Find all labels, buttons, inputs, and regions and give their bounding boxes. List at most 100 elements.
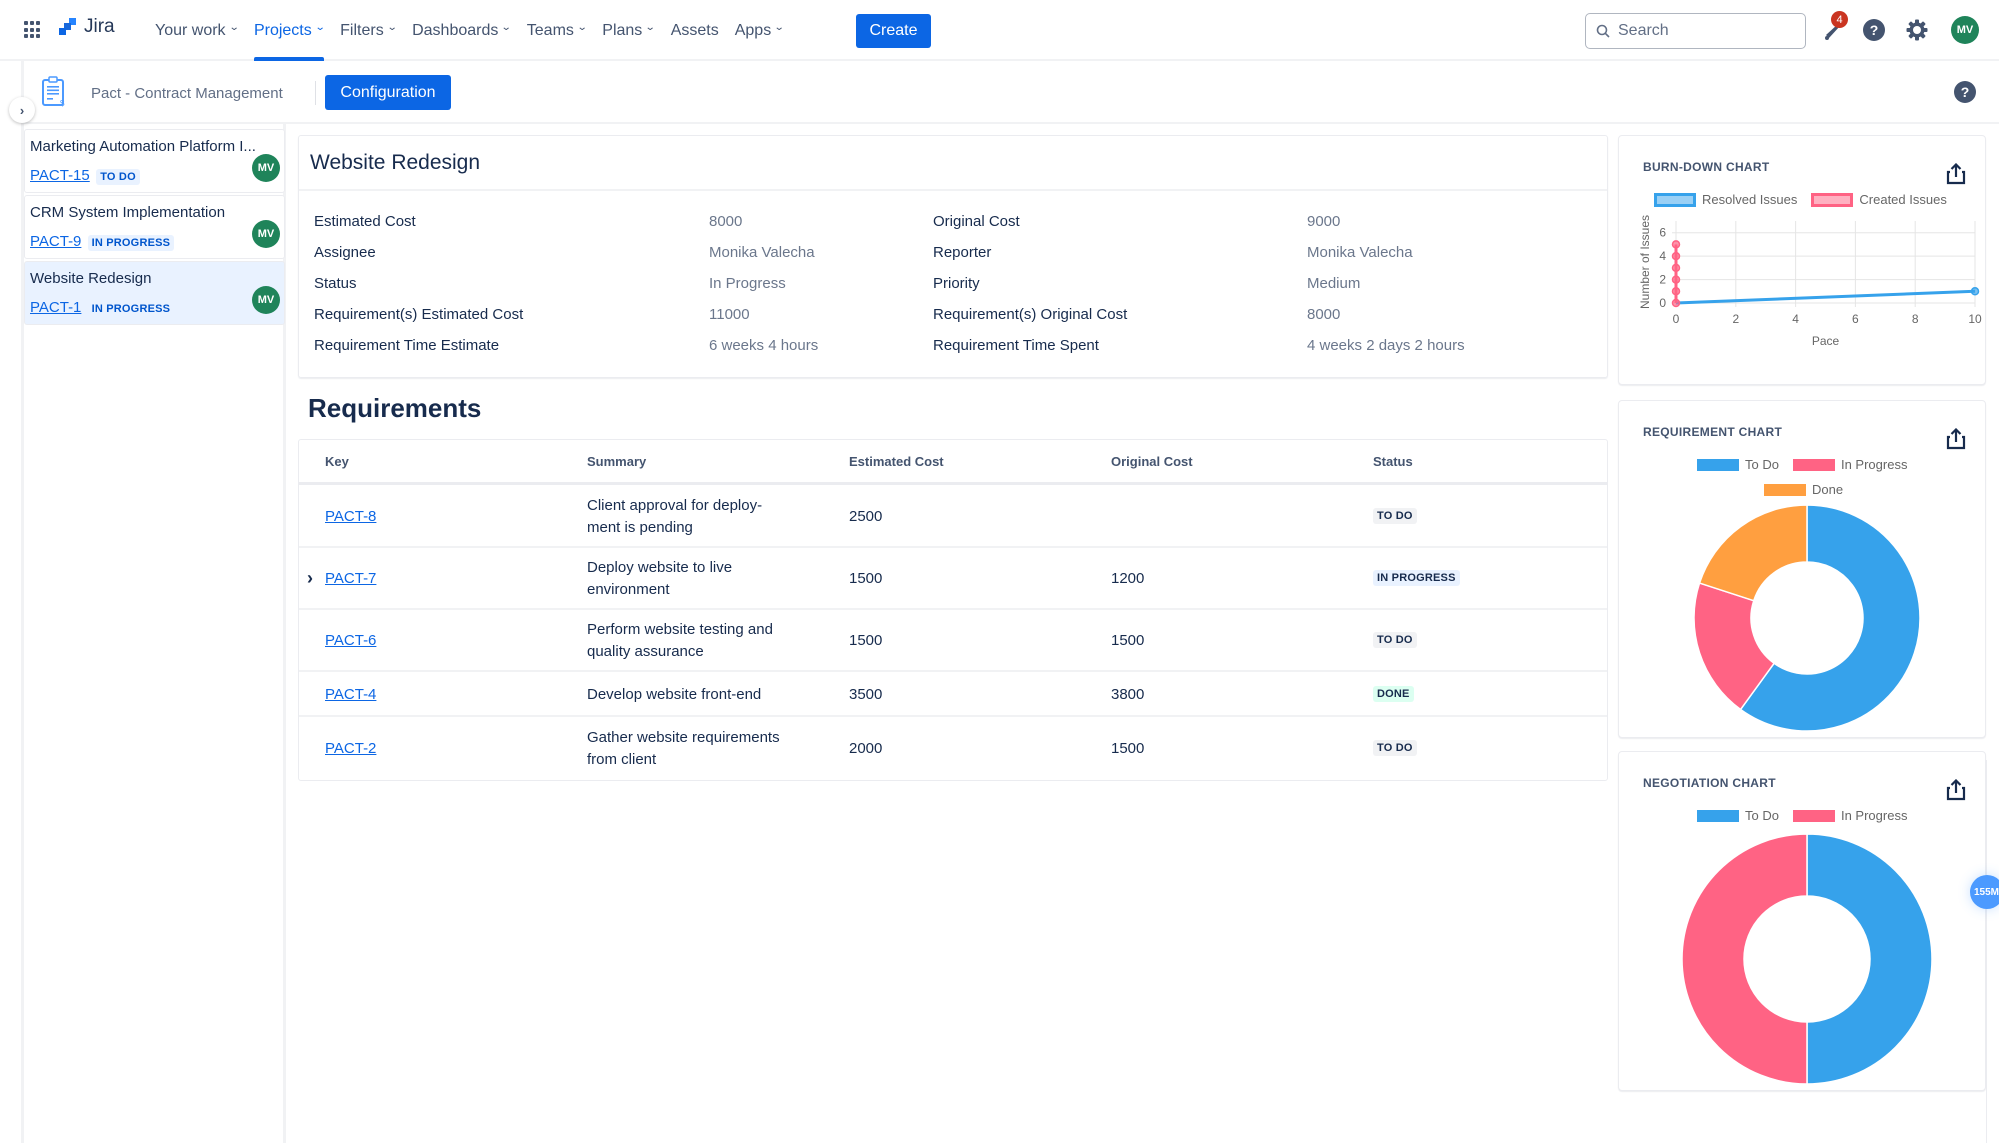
donut-slice-to-do[interactable] xyxy=(1806,833,1933,1085)
table-row[interactable]: PACT-4 Develop website front-end 3500 3800 D… xyxy=(299,672,1607,717)
user-avatar[interactable]: MV xyxy=(1951,16,1979,44)
help-icon: ? xyxy=(1863,19,1885,41)
create-button[interactable]: Create xyxy=(856,14,931,48)
data-point-created-issues[interactable] xyxy=(1671,263,1681,273)
table-row[interactable]: PACT-2 Gather website requirements from cl… xyxy=(299,717,1607,780)
data-point-created-issues[interactable] xyxy=(1671,298,1681,308)
chevron-right-icon: › xyxy=(19,102,25,118)
chevron-down-icon: ⌄ xyxy=(386,22,398,33)
assignee-avatar: MV xyxy=(252,286,280,314)
project-key-link[interactable]: PACT-1 xyxy=(30,299,81,316)
y-axis-label: Number of Issues xyxy=(1638,215,1652,309)
column-header-summary[interactable]: Summary xyxy=(587,454,646,469)
nav-apps[interactable]: Apps ⌄ xyxy=(727,0,792,61)
data-point-created-issues[interactable] xyxy=(1671,251,1681,261)
requirement-key-link[interactable]: PACT-4 xyxy=(325,686,376,703)
requirement-summary: Deploy website to live environment xyxy=(587,557,817,601)
jira-logo[interactable]: Jira xyxy=(56,16,115,38)
chevron-down-icon: ⌄ xyxy=(576,22,588,33)
requirement-key-link[interactable]: PACT-8 xyxy=(325,508,376,525)
status-lozenge: TO DO xyxy=(1373,507,1417,524)
nav-item-label: Projects xyxy=(253,21,312,39)
search-input[interactable]: Search xyxy=(1585,13,1806,49)
help-button[interactable]: ? xyxy=(1862,18,1886,42)
field-label-status: Status xyxy=(314,275,357,292)
expand-sidebar-button[interactable]: › xyxy=(9,97,35,123)
notifications-button[interactable]: 4 xyxy=(1818,11,1848,46)
settings-button[interactable] xyxy=(1905,18,1929,42)
table-row[interactable]: PACT-6 Perform website testing and quality… xyxy=(299,610,1607,672)
project-key-link[interactable]: PACT-9 xyxy=(30,233,81,250)
project-key-link[interactable]: PACT-15 xyxy=(30,167,90,184)
y-tick-label: 4 xyxy=(1659,249,1666,263)
x-tick-label: 10 xyxy=(1968,312,1982,326)
status-lozenge: TO DO xyxy=(1373,739,1417,756)
original-cost: 1500 xyxy=(1111,739,1145,757)
field-label-reporter: Reporter xyxy=(933,244,992,261)
nav-filters[interactable]: Filters ⌄ xyxy=(332,0,404,61)
data-point-created-issues[interactable] xyxy=(1671,240,1681,249)
field-value-estimated-cost: 8000 xyxy=(709,213,743,230)
estimated-cost: 3500 xyxy=(849,685,883,703)
x-tick-label: 4 xyxy=(1792,312,1799,326)
chevron-right-icon[interactable]: › xyxy=(307,568,313,589)
project-list-item[interactable]: Marketing Automation Platform I... PACT-1… xyxy=(24,129,285,193)
project-name[interactable]: Pact - Contract Management xyxy=(91,85,283,102)
estimated-cost: 1500 xyxy=(849,570,883,587)
requirement-key-link[interactable]: PACT-7 xyxy=(325,570,376,587)
scrollbar-track[interactable] xyxy=(1986,760,1987,1143)
negotiation-donut-chart xyxy=(1681,833,1933,1085)
field-label-requirement-time-estimate: Requirement Time Estimate xyxy=(314,337,500,354)
summary-line: environment xyxy=(587,581,670,598)
column-header-status[interactable]: Status xyxy=(1373,454,1413,469)
nav-items: Your work ⌄ Projects ⌄ Filters ⌄ Dashboards ⌄ Te… xyxy=(147,0,792,61)
nav-item-label: Teams xyxy=(526,21,574,39)
floating-counter-badge[interactable]: 155M xyxy=(1970,875,1999,909)
summary-line: ment is pending xyxy=(587,518,693,536)
nav-plans[interactable]: Plans ⌄ xyxy=(594,0,662,61)
status-lozenge: IN PROGRESS xyxy=(87,235,175,251)
donut-slice-in-progress[interactable] xyxy=(1681,833,1808,1085)
summary-line: Gather website requirements xyxy=(587,728,780,746)
negotiation-chart-card: NEGOTIATION CHART To Do In Progress xyxy=(1618,751,1986,1091)
summary-line: Deploy website to live xyxy=(587,559,733,576)
y-tick-label: 2 xyxy=(1659,273,1666,287)
project-list-item[interactable]: Website Redesign PACT-1 IN PROGRESS MV xyxy=(24,261,285,325)
gear-icon xyxy=(1906,19,1928,41)
search-icon xyxy=(1596,24,1610,38)
field-label-requirement-time-spent: Requirement Time Spent xyxy=(933,337,1099,354)
data-point-resolved-issues[interactable] xyxy=(1970,287,1980,296)
donut-slice-done[interactable] xyxy=(1698,504,1808,602)
summary-line: quality assurance xyxy=(587,643,704,660)
grid-icon[interactable] xyxy=(24,21,42,39)
project-list-item[interactable]: CRM System Implementation PACT-9 IN PROGRE… xyxy=(24,195,285,259)
header-divider xyxy=(315,81,316,105)
field-label-requirement-s-original-cost: Requirement(s) Original Cost xyxy=(933,306,1128,323)
nav-your-work[interactable]: Your work ⌄ xyxy=(147,0,246,61)
field-label-assignee: Assignee xyxy=(314,244,376,261)
field-label-estimated-cost: Estimated Cost xyxy=(314,213,416,230)
table-row[interactable]: › PACT-7 Deploy website to live environment… xyxy=(299,548,1607,610)
column-header-original-cost[interactable]: Original Cost xyxy=(1111,454,1193,469)
table-header: Key Summary Estimated Cost Original Cost Sta… xyxy=(299,440,1607,485)
field-value-original-cost: 9000 xyxy=(1307,213,1341,230)
field-value-priority: Medium xyxy=(1307,275,1361,292)
app-name: Jira xyxy=(84,16,115,37)
nav-projects[interactable]: Projects ⌄ xyxy=(246,0,332,61)
svg-text:$: $ xyxy=(60,99,65,107)
column-header-key[interactable]: Key xyxy=(325,454,349,469)
nav-teams[interactable]: Teams ⌄ xyxy=(519,0,595,61)
requirement-key-link[interactable]: PACT-6 xyxy=(325,632,376,649)
svg-text:?: ? xyxy=(1961,84,1970,100)
nav-item-label: Plans xyxy=(602,21,643,39)
nav-dashboards[interactable]: Dashboards ⌄ xyxy=(404,0,519,61)
data-point-created-issues[interactable] xyxy=(1671,287,1681,296)
requirement-key-link[interactable]: PACT-2 xyxy=(325,740,376,757)
data-point-created-issues[interactable] xyxy=(1671,275,1681,284)
column-header-estimated-cost[interactable]: Estimated Cost xyxy=(849,454,944,469)
table-row[interactable]: PACT-8 Client approval for deploy-ment is… xyxy=(299,485,1607,548)
page-help-button[interactable]: ? xyxy=(1953,80,1977,104)
configuration-button[interactable]: Configuration xyxy=(325,75,451,110)
project-icon: $ xyxy=(41,75,65,112)
nav-assets[interactable]: Assets xyxy=(663,0,727,61)
